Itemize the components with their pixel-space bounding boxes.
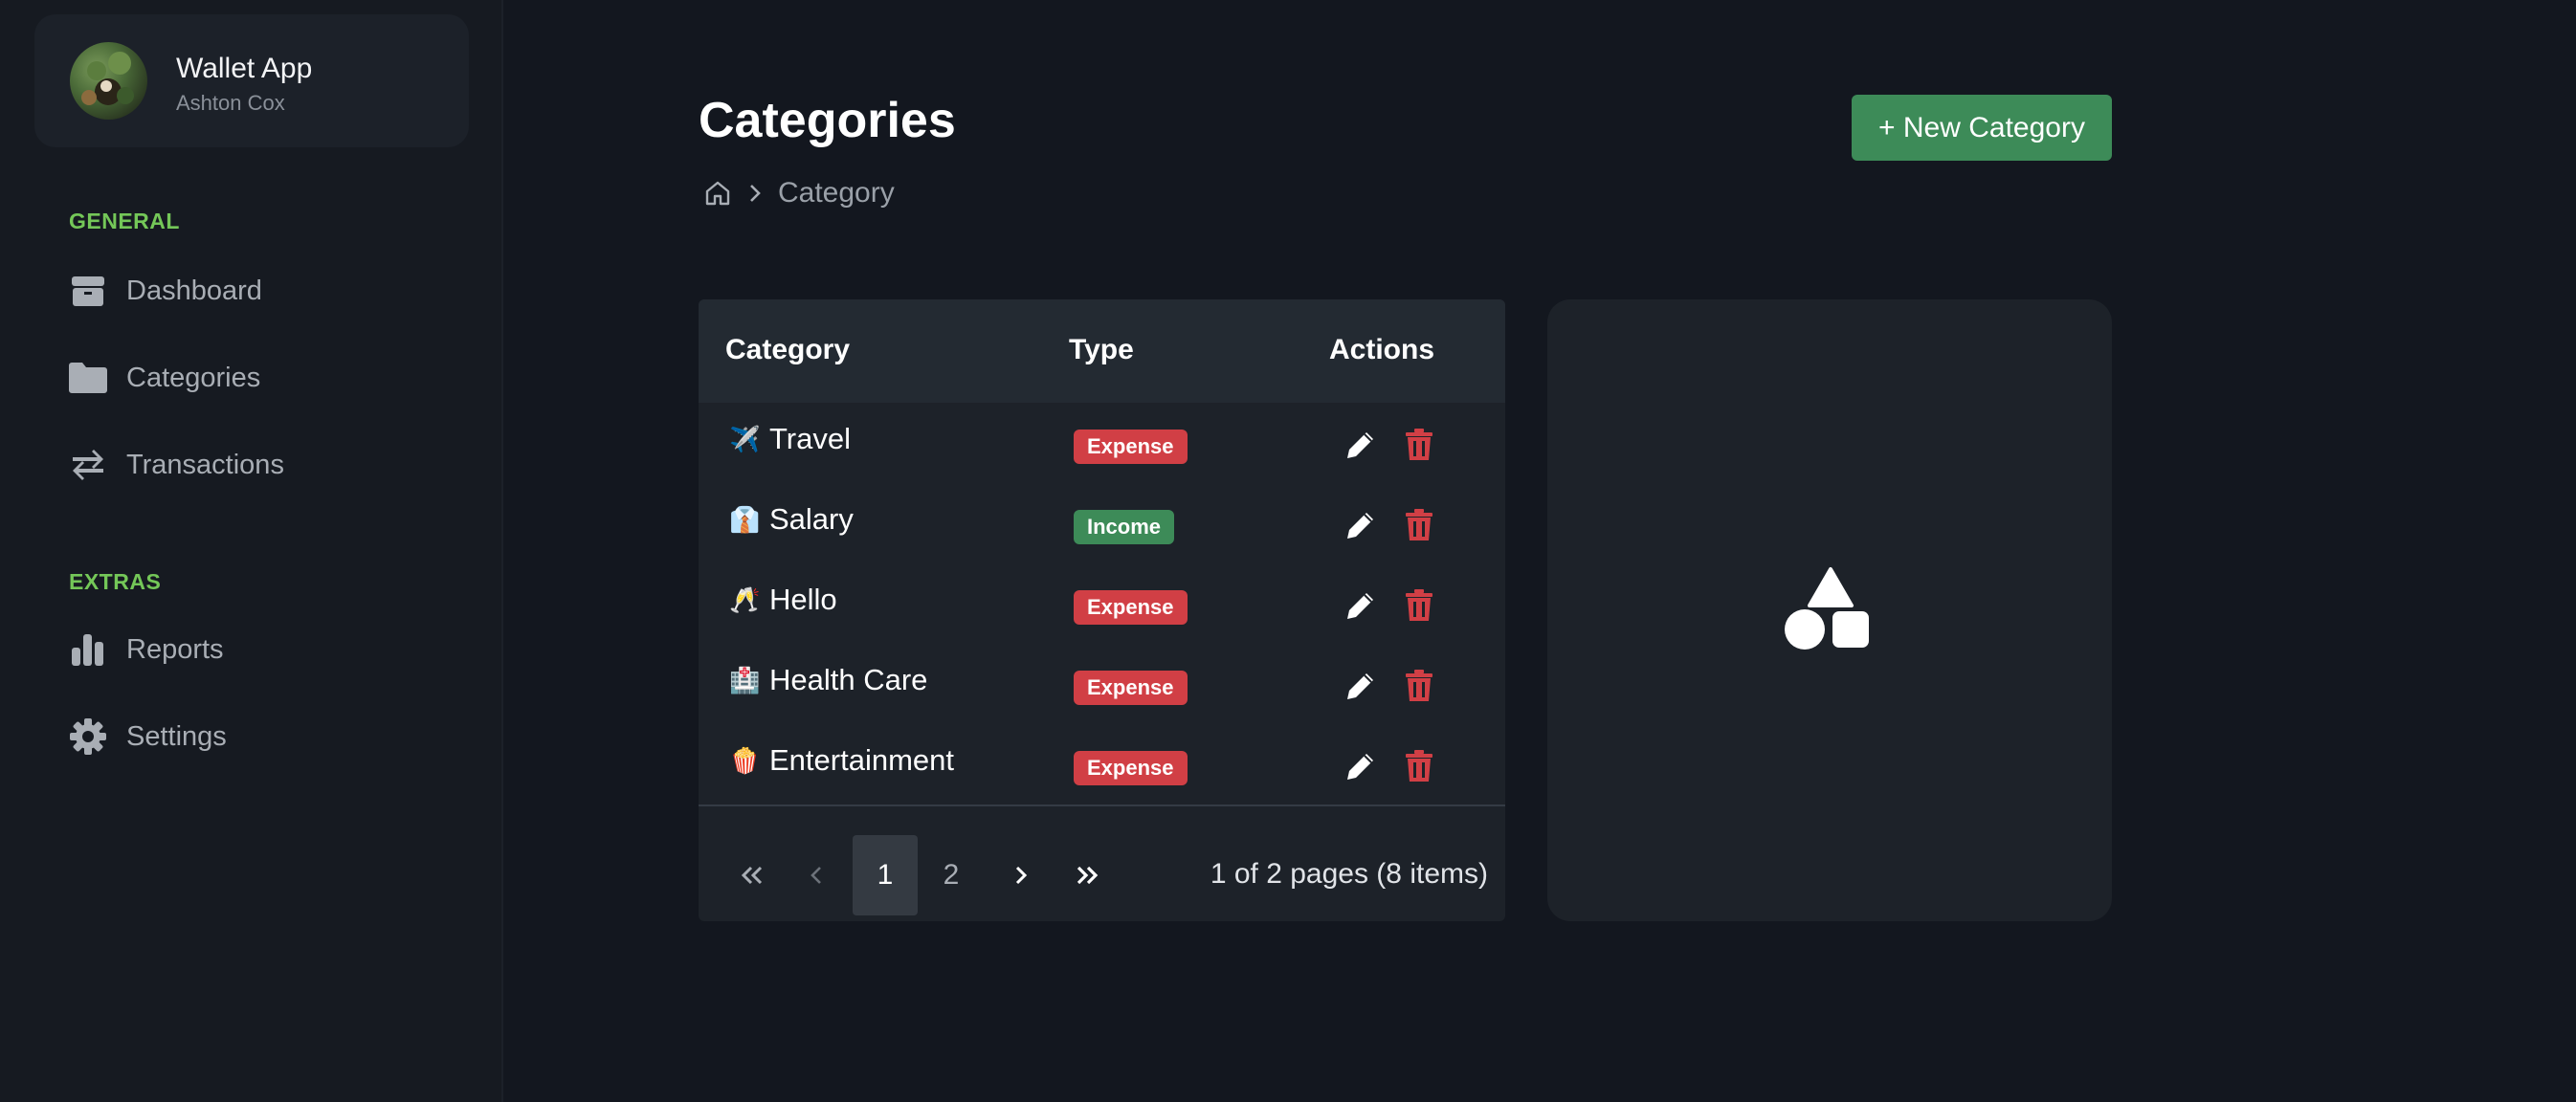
categories-table: Category Type Actions ✈️ Travel Expense 👔… (699, 299, 1505, 921)
edit-pencil-icon[interactable] (1344, 428, 1378, 462)
category-emoji: 🥂 (729, 584, 761, 614)
breadcrumb: Category (703, 177, 895, 209)
app-name: Wallet App (176, 53, 313, 84)
category-name: Travel (769, 422, 851, 455)
shapes-icon (1785, 565, 1871, 656)
category-emoji: ✈️ (729, 424, 761, 453)
type-badge: Expense (1074, 671, 1188, 705)
sidebar-item-reports[interactable]: Reports (69, 623, 224, 676)
section-label-general: GENERAL (69, 209, 180, 233)
category-cell: 🏥 Health Care (729, 663, 927, 697)
sidebar-item-label: Dashboard (126, 275, 262, 306)
column-header-category[interactable]: Category (725, 334, 850, 366)
profile-card[interactable]: Wallet App Ashton Cox (34, 14, 469, 147)
table-row: 🍿 Entertainment Expense (699, 724, 1505, 804)
column-header-type[interactable]: Type (1069, 334, 1134, 366)
category-emoji: 👔 (729, 504, 761, 534)
avatar (70, 42, 147, 120)
breadcrumb-current: Category (778, 177, 895, 209)
edit-pencil-icon[interactable] (1344, 588, 1378, 623)
first-page-icon[interactable] (720, 835, 785, 915)
gear-icon (69, 717, 107, 756)
table-row: ✈️ Travel Expense (699, 403, 1505, 483)
next-page-icon[interactable] (988, 835, 1053, 915)
arrows-exchange-icon (69, 446, 107, 484)
new-category-button[interactable]: + New Category (1852, 95, 2112, 161)
bar-chart-icon (69, 630, 107, 669)
sidebar-item-categories[interactable]: Categories (69, 351, 260, 405)
page-button-2[interactable]: 2 (919, 835, 984, 915)
prev-page-icon[interactable] (785, 835, 850, 915)
sidebar-item-label: Settings (126, 720, 227, 752)
edit-pencil-icon[interactable] (1344, 749, 1378, 783)
sidebar-item-settings[interactable]: Settings (69, 710, 227, 763)
page-button-1[interactable]: 1 (853, 835, 918, 915)
edit-pencil-icon[interactable] (1344, 508, 1378, 542)
table-row: 🥂 Hello Expense (699, 563, 1505, 644)
user-name: Ashton Cox (176, 91, 285, 115)
sidebar-item-transactions[interactable]: Transactions (69, 438, 284, 492)
category-cell: 👔 Salary (729, 502, 854, 537)
category-name: Hello (769, 583, 837, 616)
pagination-info: 1 of 2 pages (8 items) (1210, 858, 1488, 890)
category-name: Health Care (769, 663, 928, 696)
table-header: Category Type Actions (699, 299, 1505, 403)
section-label-extras: EXTRAS (69, 569, 162, 594)
chevron-right-icon (745, 182, 765, 205)
type-badge: Expense (1074, 430, 1188, 464)
column-header-actions: Actions (1329, 334, 1435, 365)
type-badge: Expense (1074, 751, 1188, 785)
category-cell: 🥂 Hello (729, 583, 837, 617)
type-badge: Expense (1074, 590, 1188, 625)
delete-trash-icon[interactable] (1402, 669, 1436, 703)
category-cell: ✈️ Travel (729, 422, 851, 456)
sidebar-item-dashboard[interactable]: Dashboard (69, 264, 262, 318)
box-icon (69, 272, 107, 310)
pagination: 1 2 1 of 2 pages (8 items) (699, 804, 1505, 921)
sidebar: Wallet App Ashton Cox GENERAL Dashboard … (0, 0, 503, 1102)
category-preview-card (1547, 299, 2112, 921)
home-icon[interactable] (703, 179, 732, 208)
folder-icon (69, 359, 107, 397)
sidebar-item-label: Transactions (126, 449, 284, 480)
last-page-icon[interactable] (1055, 835, 1120, 915)
delete-trash-icon[interactable] (1402, 508, 1436, 542)
edit-pencil-icon[interactable] (1344, 669, 1378, 703)
sidebar-item-label: Reports (126, 633, 224, 665)
delete-trash-icon[interactable] (1402, 588, 1436, 623)
delete-trash-icon[interactable] (1402, 749, 1436, 783)
delete-trash-icon[interactable] (1402, 428, 1436, 462)
page-title: Categories (699, 93, 956, 148)
category-cell: 🍿 Entertainment (729, 743, 954, 778)
type-badge: Income (1074, 510, 1175, 544)
category-name: Entertainment (769, 743, 954, 777)
category-name: Salary (769, 502, 854, 536)
table-row: 👔 Salary Income (699, 483, 1505, 563)
category-emoji: 🍿 (729, 745, 761, 775)
category-emoji: 🏥 (729, 665, 761, 694)
sidebar-item-label: Categories (126, 362, 261, 393)
table-row: 🏥 Health Care Expense (699, 644, 1505, 724)
